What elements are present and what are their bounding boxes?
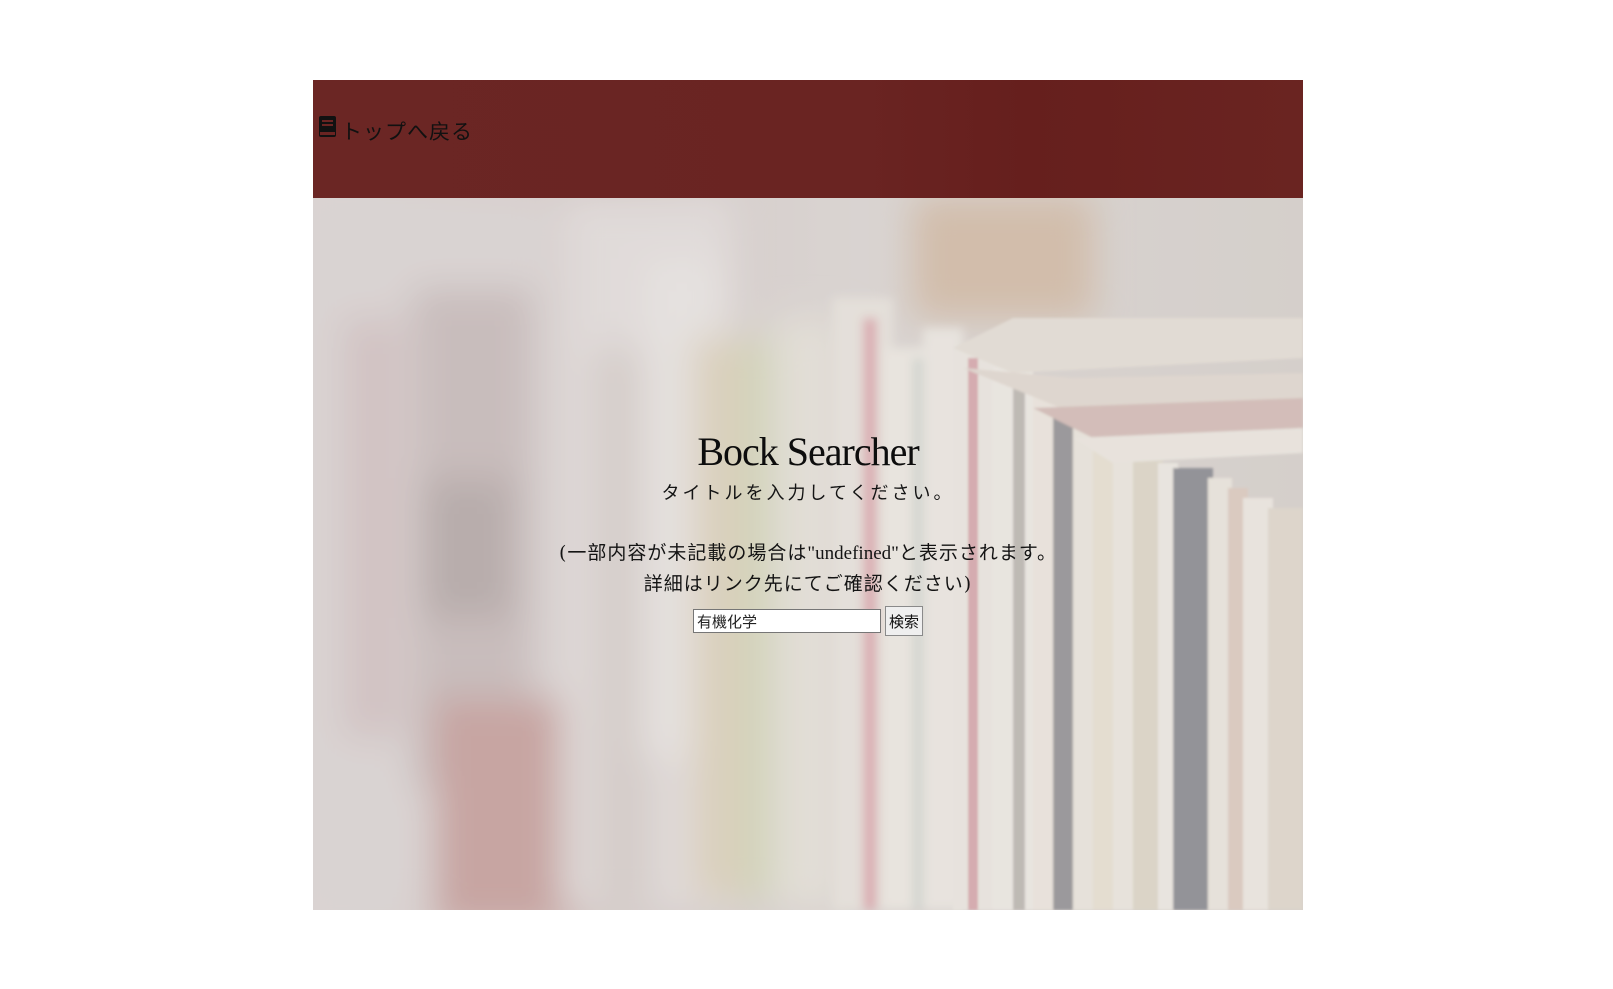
notice-line1-end: と表示されます。	[898, 542, 1057, 564]
search-button[interactable]: 検索	[885, 606, 924, 636]
page-frame: トップへ戻る Bock Searcher タイトルを入力してください。 (一部内…	[313, 80, 1303, 910]
search-form: 検索	[693, 606, 924, 636]
undefined-notice-line1: (一部内容が未記載の場合は"undefined"と表示されます。	[313, 542, 1303, 564]
page-title: Bock Searcher	[697, 429, 919, 474]
site-header: トップへ戻る	[313, 80, 1303, 198]
search-prompt: タイトルを入力してください。	[661, 483, 955, 504]
notice-line1-keyword: "undefined"	[807, 543, 899, 564]
title-search-input[interactable]	[693, 609, 881, 633]
back-to-top-link[interactable]: トップへ戻る	[317, 114, 473, 146]
book-icon	[319, 116, 336, 137]
undefined-notice-line2: 詳細はリンク先にてご確認ください)	[643, 573, 973, 595]
back-to-top-label: トップへ戻る	[341, 120, 473, 144]
notice-line1-start: (一部内容が未記載の場合は	[558, 542, 808, 564]
